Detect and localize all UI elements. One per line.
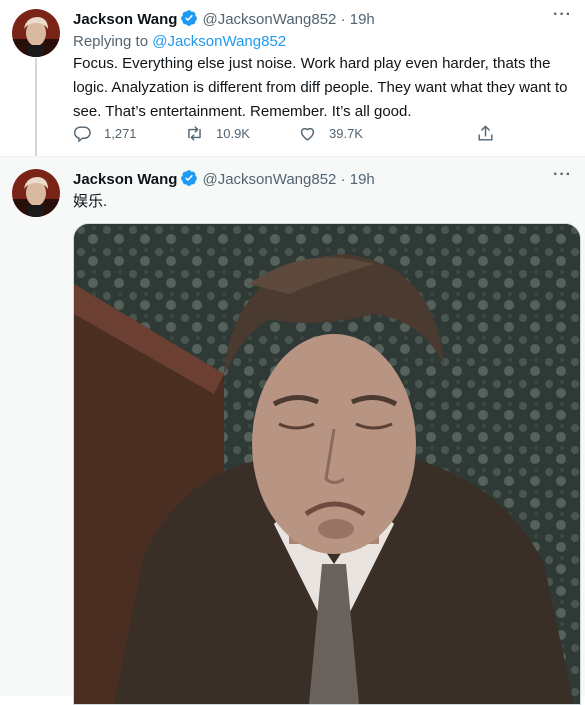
timestamp[interactable]: 19h bbox=[350, 171, 375, 188]
tweet-media-image[interactable] bbox=[73, 223, 581, 705]
verified-badge-icon bbox=[180, 9, 198, 33]
more-icon[interactable]: ··· bbox=[553, 166, 572, 184]
separator: · bbox=[340, 171, 346, 188]
replying-prefix: Replying to bbox=[73, 33, 149, 50]
tweet-actions: 1,271 10.9K 39.7K bbox=[73, 124, 513, 148]
reply-button[interactable]: 1,271 bbox=[73, 124, 137, 143]
separator: · bbox=[340, 11, 346, 28]
replying-to-handle-link[interactable]: @JacksonWang852 bbox=[152, 33, 286, 50]
tweet-original[interactable]: Jackson Wang @JacksonWang852 · 19h ··· Re… bbox=[0, 0, 585, 157]
share-button[interactable] bbox=[476, 124, 507, 143]
tweet-text: Focus. Everything else just noise. Work … bbox=[73, 55, 568, 120]
reply-icon bbox=[73, 126, 91, 143]
author-name[interactable]: Jackson Wang bbox=[73, 171, 177, 188]
thread-connector-line bbox=[35, 58, 37, 166]
tweet-text: 娱乐. bbox=[73, 193, 108, 210]
like-count: 39.7K bbox=[329, 126, 363, 141]
retweet-button[interactable]: 10.9K bbox=[185, 124, 250, 143]
author-handle[interactable]: @JacksonWang852 bbox=[202, 11, 336, 28]
author-name[interactable]: Jackson Wang bbox=[73, 11, 177, 28]
like-button[interactable]: 39.7K bbox=[298, 124, 363, 143]
more-icon[interactable]: ··· bbox=[553, 6, 572, 24]
retweet-count: 10.9K bbox=[216, 126, 250, 141]
share-icon bbox=[478, 125, 493, 141]
avatar[interactable] bbox=[12, 169, 60, 217]
author-handle[interactable]: @JacksonWang852 bbox=[202, 171, 336, 188]
tweet-reply[interactable]: Jackson Wang @JacksonWang852 · 19h ··· 娱乐… bbox=[0, 157, 585, 705]
tweet-header: Jackson Wang @JacksonWang852 · 19h bbox=[73, 9, 375, 33]
replying-to: Replying to @JacksonWang852 bbox=[73, 32, 286, 52]
timestamp[interactable]: 19h bbox=[350, 11, 375, 28]
retweet-icon bbox=[188, 126, 201, 141]
reply-count: 1,271 bbox=[104, 126, 137, 141]
avatar[interactable] bbox=[12, 9, 60, 57]
like-icon bbox=[300, 127, 315, 141]
